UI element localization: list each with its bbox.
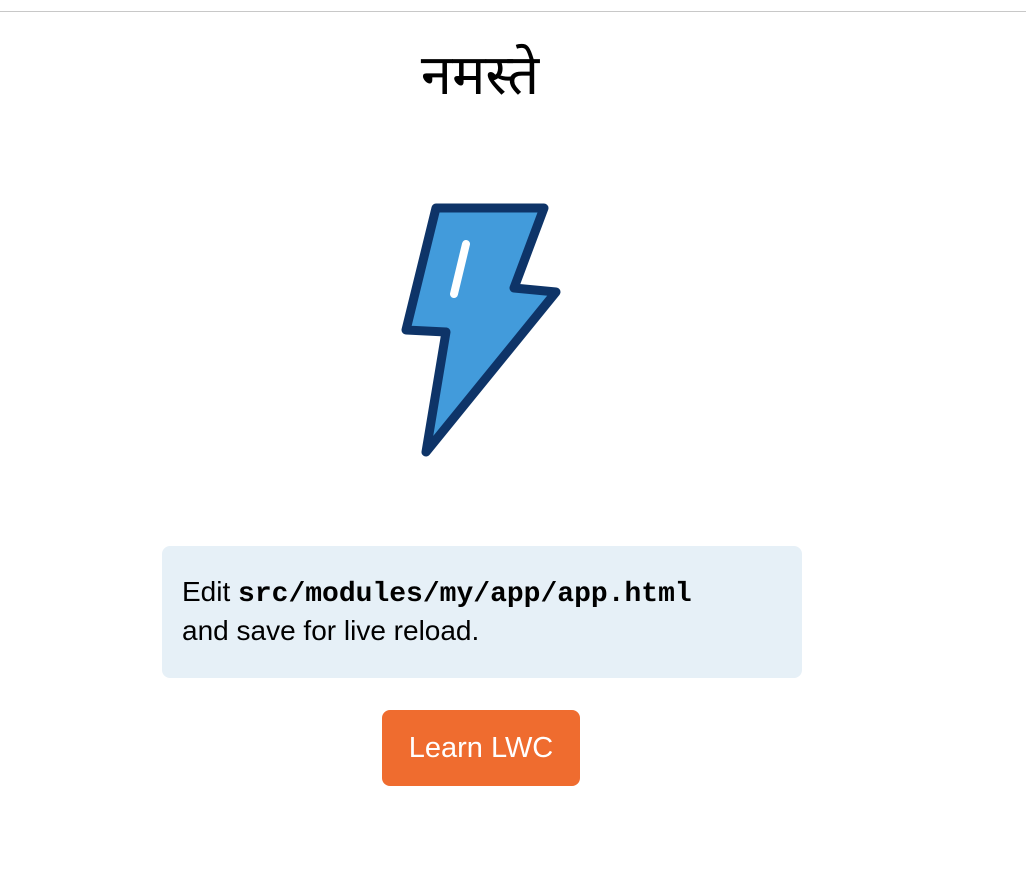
instructions-prefix: Edit (182, 576, 239, 607)
page-title: नमस्ते (420, 43, 540, 108)
file-path: src/modules/my/app/app.html (238, 579, 692, 610)
lightning-bolt-icon (401, 203, 561, 457)
top-divider (0, 11, 1026, 12)
instructions-suffix: and save for live reload. (182, 615, 480, 646)
page: नमस्ते Edit src/modules/my/app/app.html … (0, 0, 1026, 880)
instructions-box: Edit src/modules/my/app/app.html and sav… (162, 546, 802, 678)
learn-lwc-button[interactable]: Learn LWC (382, 710, 580, 786)
